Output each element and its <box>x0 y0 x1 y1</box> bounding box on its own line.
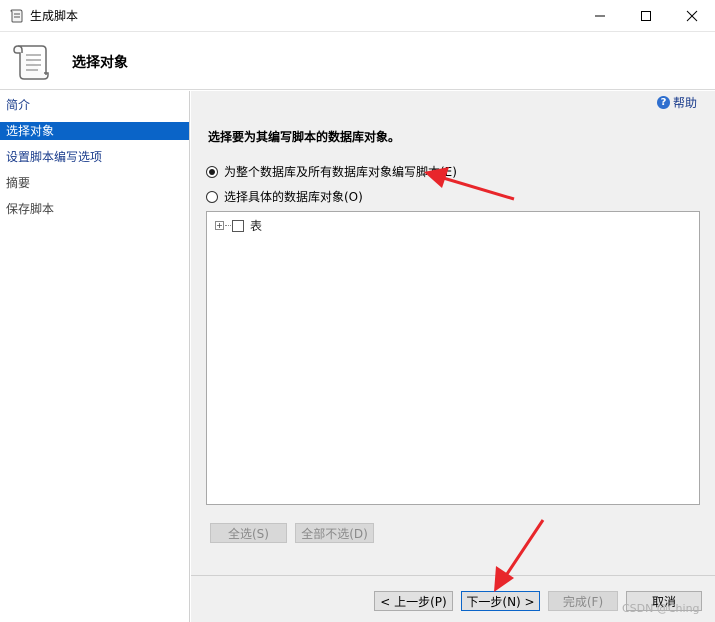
maximize-button[interactable] <box>623 0 669 31</box>
wizard-header: 选择对象 <box>0 31 715 90</box>
next-button[interactable]: 下一步(N) > <box>461 591 540 611</box>
wizard-content: ? 帮助 选择要为其编写脚本的数据库对象。 为整个数据库及所有数据库对象编写脚本… <box>191 91 715 622</box>
window-title: 生成脚本 <box>30 9 79 23</box>
select-all-button: 全选(S) <box>210 523 287 543</box>
page-title: 选择对象 <box>72 55 128 71</box>
radio-label: 为整个数据库及所有数据库对象编写脚本(E) <box>224 165 457 179</box>
wizard-nav: 简介 选择对象 设置脚本编写选项 摘要 保存脚本 <box>0 91 190 622</box>
finish-button: 完成(F) <box>548 591 618 611</box>
nav-item-intro[interactable]: 简介 <box>0 96 189 114</box>
tree-item-label: 表 <box>250 219 263 233</box>
radio-label: 选择具体的数据库对象(O) <box>224 190 363 204</box>
close-button[interactable] <box>669 0 715 31</box>
tree-item-checkbox[interactable] <box>232 219 244 232</box>
script-scroll-icon <box>13 45 49 80</box>
title-bar: 生成脚本 <box>0 0 715 31</box>
help-link[interactable]: ? 帮助 <box>657 94 697 111</box>
deselect-all-button: 全部不选(D) <box>295 523 374 543</box>
object-tree[interactable]: + 表 <box>206 211 700 505</box>
maximize-icon <box>641 10 651 21</box>
watermark-text: CSDN @Ching <box>622 602 700 615</box>
tree-item-tables[interactable]: + 表 <box>215 217 262 234</box>
radio-specific-objects[interactable]: 选择具体的数据库对象(O) <box>206 188 363 205</box>
expand-icon[interactable]: + <box>215 221 224 230</box>
previous-button[interactable]: < 上一步(P) <box>374 591 453 611</box>
instruction-text: 选择要为其编写脚本的数据库对象。 <box>208 130 401 144</box>
help-label: 帮助 <box>673 96 698 110</box>
radio-entire-database[interactable]: 为整个数据库及所有数据库对象编写脚本(E) <box>206 163 457 180</box>
radio-indicator[interactable] <box>206 165 218 178</box>
tree-connector <box>225 225 231 226</box>
minimize-icon <box>595 15 605 16</box>
script-app-icon <box>10 9 23 23</box>
minimize-button[interactable] <box>577 0 623 31</box>
nav-item-choose-objects[interactable]: 选择对象 <box>0 122 189 140</box>
nav-item-scripting-options[interactable]: 设置脚本编写选项 <box>0 148 189 166</box>
nav-item-save-scripts: 保存脚本 <box>6 202 55 216</box>
close-icon <box>686 10 698 21</box>
footer-divider <box>191 575 715 576</box>
radio-indicator[interactable] <box>206 190 218 203</box>
help-icon: ? <box>657 96 670 109</box>
nav-item-summary: 摘要 <box>6 176 31 190</box>
